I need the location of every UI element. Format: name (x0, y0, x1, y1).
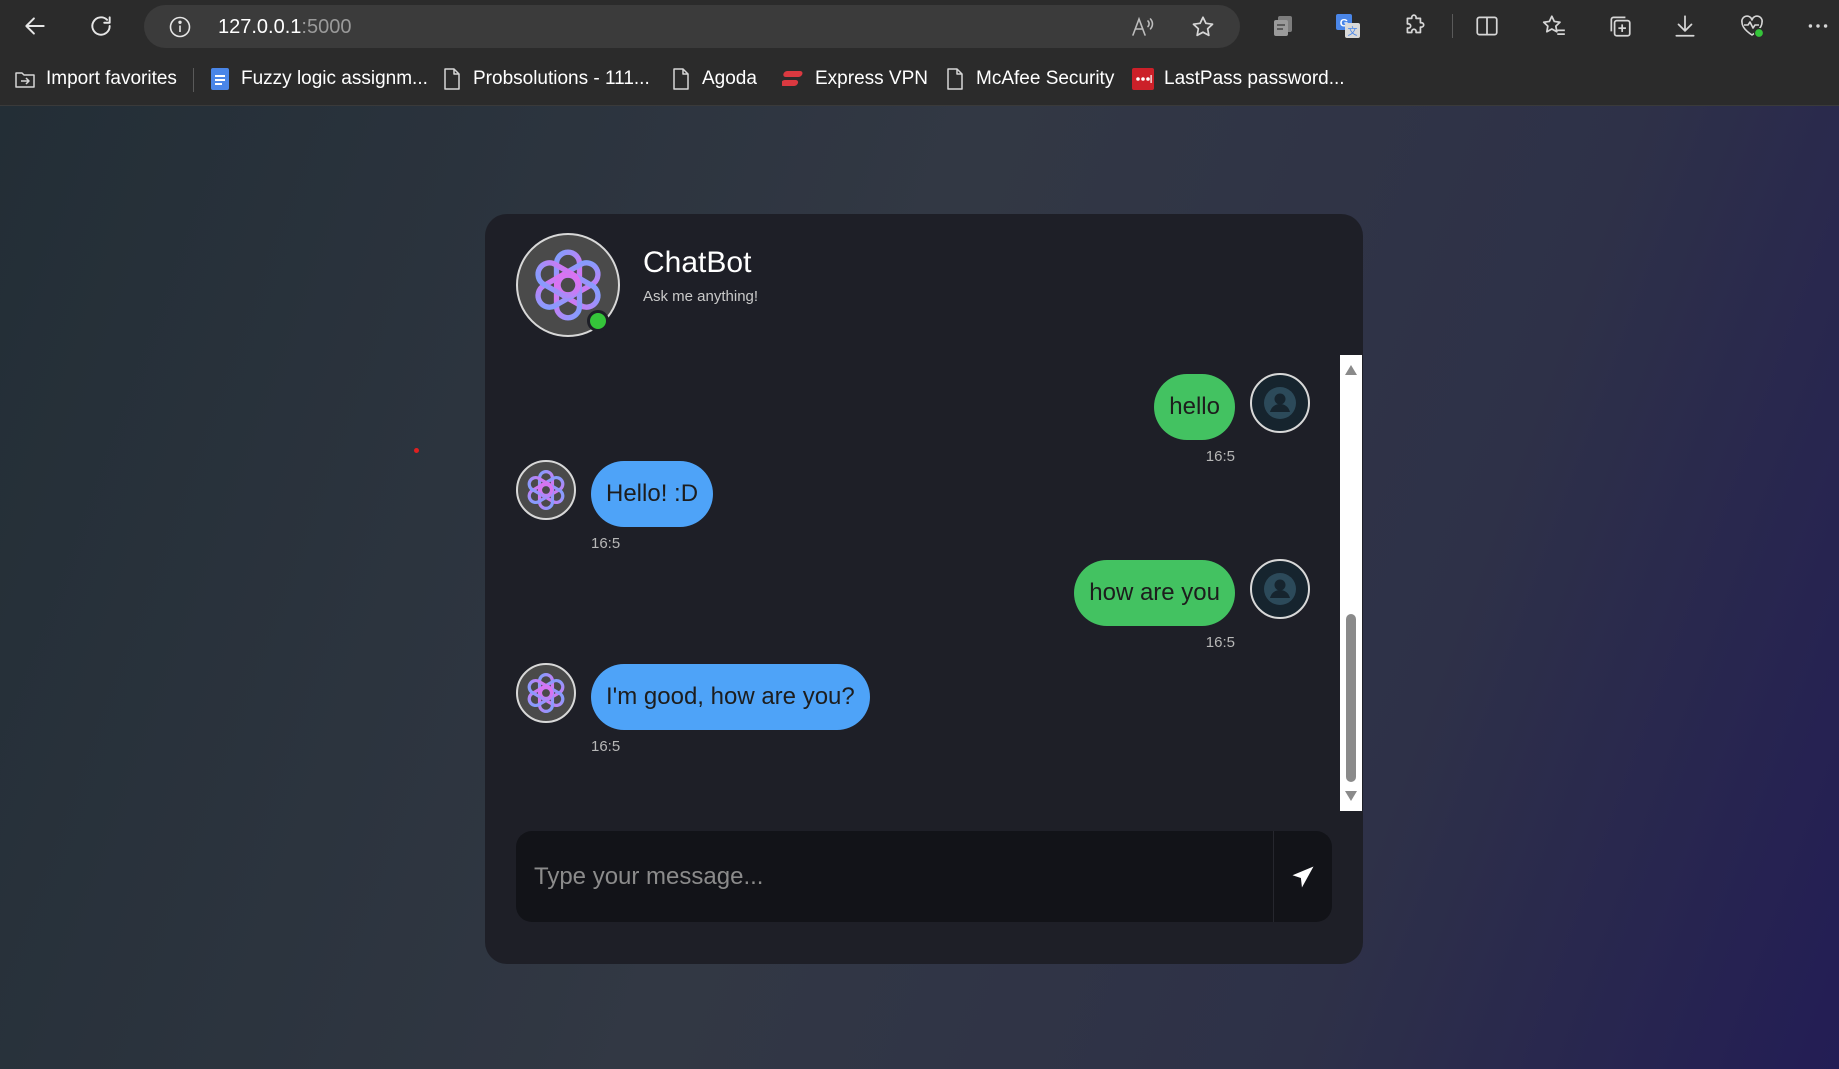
page-icon (669, 67, 693, 91)
bookmark-label: McAfee Security (976, 68, 1115, 89)
message-bubble: Hello! :D (591, 461, 714, 527)
user-icon (1264, 573, 1296, 605)
message-bubble: how are you (1074, 560, 1235, 626)
lastpass-icon (1131, 67, 1155, 91)
bookmarks-divider (193, 68, 194, 92)
message-input[interactable] (516, 831, 1274, 922)
url-host: 127.0.0.1 (218, 16, 302, 38)
online-status-indicator (587, 310, 609, 332)
bookmark-label: Express VPN (815, 68, 928, 89)
svg-text:文: 文 (1348, 25, 1358, 38)
user-icon (1264, 387, 1296, 419)
download-icon (1675, 15, 1695, 37)
bookmark-label: Fuzzy logic assignm... (241, 68, 428, 89)
send-button[interactable] (1274, 831, 1332, 922)
translate-button[interactable]: G文 (1333, 11, 1363, 41)
address-bar[interactable]: 127.0.0.1:5000 (144, 5, 1240, 48)
collections-button[interactable] (1605, 11, 1635, 41)
bookmark-label: Agoda (702, 68, 757, 89)
expressvpn-icon (782, 67, 806, 91)
page-icon (440, 67, 464, 91)
send-icon (1292, 866, 1314, 887)
collections-icon (1610, 16, 1631, 37)
page-background: ChatBot Ask me anything! hello 16:5 Hell… (0, 106, 1839, 1069)
tracking-prevention-button[interactable] (1268, 11, 1298, 41)
url-text[interactable]: 127.0.0.1:5000 (218, 16, 351, 39)
bookmark-express-vpn[interactable]: Express VPN (782, 65, 928, 93)
bookmark-label: Probsolutions - 111... (473, 68, 650, 89)
bookmark-label: LastPass password... (1164, 68, 1345, 89)
translate-icon: G文 (1336, 14, 1360, 38)
info-icon[interactable] (168, 15, 192, 39)
favorite-button[interactable] (1190, 14, 1216, 40)
scroll-up-arrow-icon[interactable] (1345, 365, 1357, 375)
reload-icon (91, 16, 111, 36)
message-bubble: hello (1154, 374, 1235, 440)
more-button[interactable] (1803, 11, 1833, 41)
message-scrollbar[interactable] (1340, 355, 1362, 811)
extensions-button[interactable] (1400, 11, 1430, 41)
reload-button[interactable] (83, 8, 119, 44)
more-icon (1808, 24, 1828, 28)
user-avatar (1250, 559, 1310, 619)
message-user: hello 16:5 (485, 355, 1363, 465)
bookmark-lastpass[interactable]: LastPass password... (1131, 65, 1345, 93)
browser-toolbar: 127.0.0.1:5000 G文 (0, 0, 1839, 52)
star-icon (1192, 16, 1214, 37)
browser-essentials-icon (1741, 15, 1765, 39)
bot-avatar-small (516, 663, 576, 723)
puzzle-icon (1406, 14, 1425, 34)
downloads-button[interactable] (1670, 11, 1700, 41)
google-docs-icon (208, 67, 232, 91)
split-screen-icon (1476, 16, 1498, 36)
read-aloud-button[interactable] (1130, 14, 1156, 40)
back-button[interactable] (17, 8, 53, 44)
toolbar-divider (1452, 14, 1453, 38)
bookmark-label: Import favorites (46, 68, 177, 89)
message-bot: Hello! :D 16:5 (485, 455, 1363, 555)
stray-dot (414, 448, 419, 453)
back-arrow-icon (25, 17, 45, 35)
bot-avatar-small (516, 460, 576, 520)
message-composer (516, 831, 1332, 922)
user-avatar (1250, 373, 1310, 433)
openai-logo-icon (527, 672, 565, 714)
chat-subtitle: Ask me anything! (643, 288, 759, 305)
tracking-prevention-icon (1274, 16, 1292, 36)
message-time: 16:5 (591, 535, 621, 552)
bookmark-probsolutions[interactable]: Probsolutions - 111... (440, 65, 650, 93)
scroll-thumb[interactable] (1346, 614, 1356, 782)
page-icon (943, 67, 967, 91)
favorites-button[interactable] (1539, 11, 1569, 41)
message-list: hello 16:5 Hello!:D 16:5 how are you 16… (485, 355, 1363, 815)
message-bot: I'm good, how are you? 16:5 (485, 655, 1363, 765)
chat-card: ChatBot Ask me anything! hello 16:5 Hell… (485, 214, 1363, 964)
bookmarks-bar: Import favorites Fuzzy logic assignm... … (0, 52, 1839, 106)
bookmark-fuzzy-logic[interactable]: Fuzzy logic assignm... (208, 65, 428, 93)
import-icon (13, 67, 37, 91)
split-screen-button[interactable] (1472, 11, 1502, 41)
bookmark-agoda[interactable]: Agoda (669, 65, 757, 93)
bookmark-import-favorites[interactable]: Import favorites (13, 65, 177, 93)
chat-title: ChatBot (643, 246, 752, 279)
bookmark-mcafee[interactable]: McAfee Security (943, 65, 1114, 93)
browser-essentials-button[interactable] (1737, 11, 1767, 41)
scroll-down-arrow-icon[interactable] (1345, 791, 1357, 801)
read-aloud-icon (1132, 16, 1154, 36)
message-time: 16:5 (591, 738, 621, 755)
url-port: :5000 (301, 16, 352, 38)
message-user: how are you 16:5 (485, 555, 1363, 655)
message-time: 16:5 (1205, 634, 1235, 651)
openai-logo-icon (527, 469, 565, 511)
message-bubble: I'm good, how are you? (591, 664, 870, 730)
favorites-icon (1542, 15, 1565, 35)
